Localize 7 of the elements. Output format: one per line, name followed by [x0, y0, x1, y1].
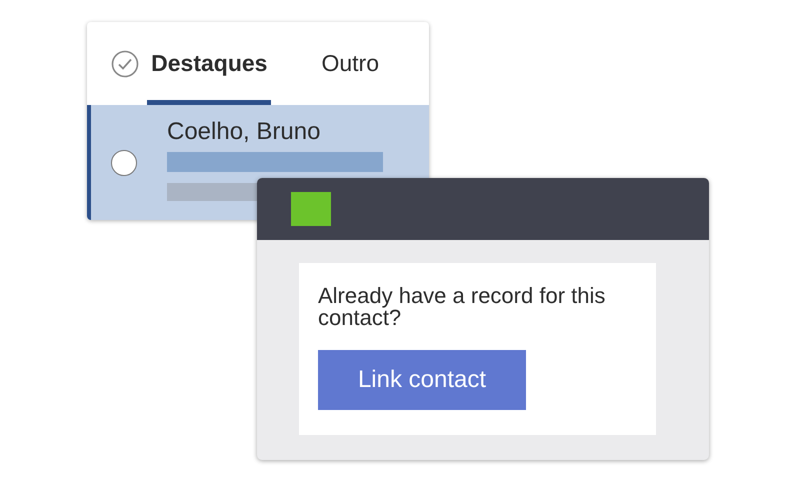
tab[interactable]: Outro	[317, 22, 383, 105]
sender-name: Coelho, Bruno	[167, 118, 322, 146]
link-contact-button[interactable]: Link contact	[318, 350, 526, 410]
radio-button[interactable]	[111, 150, 137, 176]
check-circle-icon[interactable]	[111, 50, 139, 78]
square-logo-icon	[291, 192, 331, 226]
dialog-prompt: Already have a record for this contact?	[318, 285, 606, 329]
